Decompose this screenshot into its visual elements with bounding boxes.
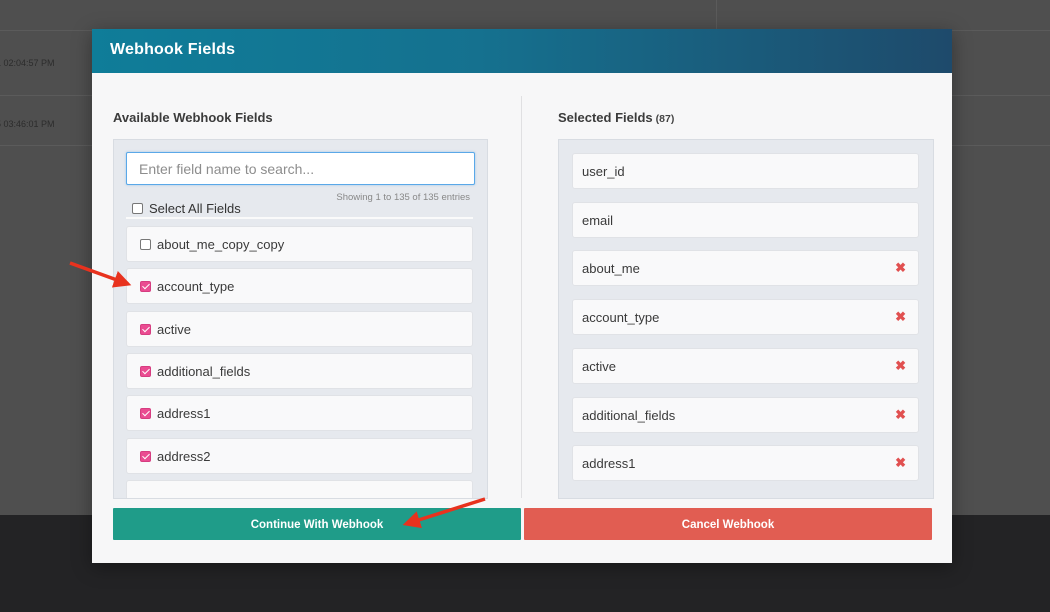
available-field-item[interactable] bbox=[126, 479, 473, 498]
remove-field-icon[interactable]: ✖ bbox=[895, 455, 906, 471]
modal-title: Webhook Fields bbox=[110, 41, 236, 58]
column-divider bbox=[521, 96, 522, 498]
available-field-item[interactable]: account_type bbox=[126, 268, 473, 305]
selected-field-label: additional_fields bbox=[582, 407, 676, 423]
list-separator bbox=[126, 217, 473, 219]
field-checkbox-checked[interactable] bbox=[140, 450, 151, 462]
cancel-webhook-button[interactable]: Cancel Webhook bbox=[524, 508, 932, 540]
selected-field-item: account_type ✖ bbox=[572, 299, 919, 336]
selected-field-item: email bbox=[572, 201, 919, 238]
selected-field-label: about_me bbox=[582, 261, 640, 277]
selected-field-item: address1 ✖ bbox=[572, 445, 919, 482]
select-all-label: Select All Fields bbox=[149, 200, 241, 216]
field-checkbox[interactable] bbox=[140, 239, 151, 250]
selected-field-label: active bbox=[582, 358, 616, 374]
available-fields-title: Available Webhook Fields bbox=[113, 110, 273, 125]
field-checkbox-checked[interactable] bbox=[140, 281, 151, 293]
available-field-item[interactable]: address2 bbox=[126, 437, 473, 474]
available-field-label: account_type bbox=[157, 279, 235, 295]
continue-with-webhook-button[interactable]: Continue With Webhook bbox=[113, 508, 521, 540]
available-field-item[interactable]: address1 bbox=[126, 395, 473, 432]
available-field-item[interactable]: about_me_copy_copy bbox=[126, 226, 473, 262]
selected-fields-count: (87) bbox=[655, 113, 675, 125]
webhook-fields-modal: Webhook Fields Available Webhook Fields … bbox=[92, 29, 952, 563]
available-field-label: about_me_copy_copy bbox=[157, 237, 285, 252]
select-all-checkbox[interactable] bbox=[132, 202, 143, 214]
available-field-label: address2 bbox=[157, 448, 211, 464]
background-timestamp: 1 02:04:57 PM bbox=[0, 58, 55, 68]
field-checkbox-checked[interactable] bbox=[140, 408, 151, 420]
available-field-item[interactable]: active bbox=[126, 310, 473, 347]
select-all-fields[interactable]: Select All Fields bbox=[132, 199, 241, 217]
selected-field-item: about_me ✖ bbox=[572, 250, 919, 287]
field-checkbox-checked[interactable] bbox=[140, 323, 151, 335]
modal-header: Webhook Fields bbox=[92, 29, 952, 73]
remove-field-icon[interactable]: ✖ bbox=[895, 309, 906, 325]
remove-field-icon[interactable]: ✖ bbox=[895, 407, 906, 423]
selected-field-label: account_type bbox=[582, 310, 660, 326]
selected-fields-title: Selected Fields (87) bbox=[558, 110, 674, 125]
selected-field-item: active ✖ bbox=[572, 347, 919, 384]
selected-fields-panel[interactable]: user_id email about_me ✖ account_type ✖ active… bbox=[558, 139, 934, 499]
background-column-divider bbox=[716, 0, 717, 30]
selected-fields-title-text: Selected Fields bbox=[558, 110, 653, 125]
available-field-label: address1 bbox=[157, 406, 211, 422]
field-checkbox-checked[interactable] bbox=[140, 365, 151, 377]
remove-field-icon[interactable]: ✖ bbox=[895, 358, 906, 374]
available-fields-title-text: Available Webhook Fields bbox=[113, 110, 273, 125]
available-field-label: active bbox=[157, 321, 191, 337]
available-field-item[interactable]: additional_fields bbox=[126, 352, 473, 389]
available-fields-panel[interactable]: Showing 1 to 135 of 135 entries Select A… bbox=[113, 139, 488, 499]
selected-field-item: additional_fields ✖ bbox=[572, 396, 919, 433]
selected-field-label: user_id bbox=[582, 164, 625, 179]
selected-field-item: user_id bbox=[572, 153, 919, 189]
remove-field-icon[interactable]: ✖ bbox=[895, 260, 906, 276]
background-timestamp: 5 03:46:01 PM bbox=[0, 119, 55, 129]
selected-field-label: email bbox=[582, 212, 614, 228]
selected-field-label: address1 bbox=[582, 456, 636, 472]
field-search-input[interactable] bbox=[126, 152, 475, 185]
available-field-label: additional_fields bbox=[157, 363, 251, 379]
